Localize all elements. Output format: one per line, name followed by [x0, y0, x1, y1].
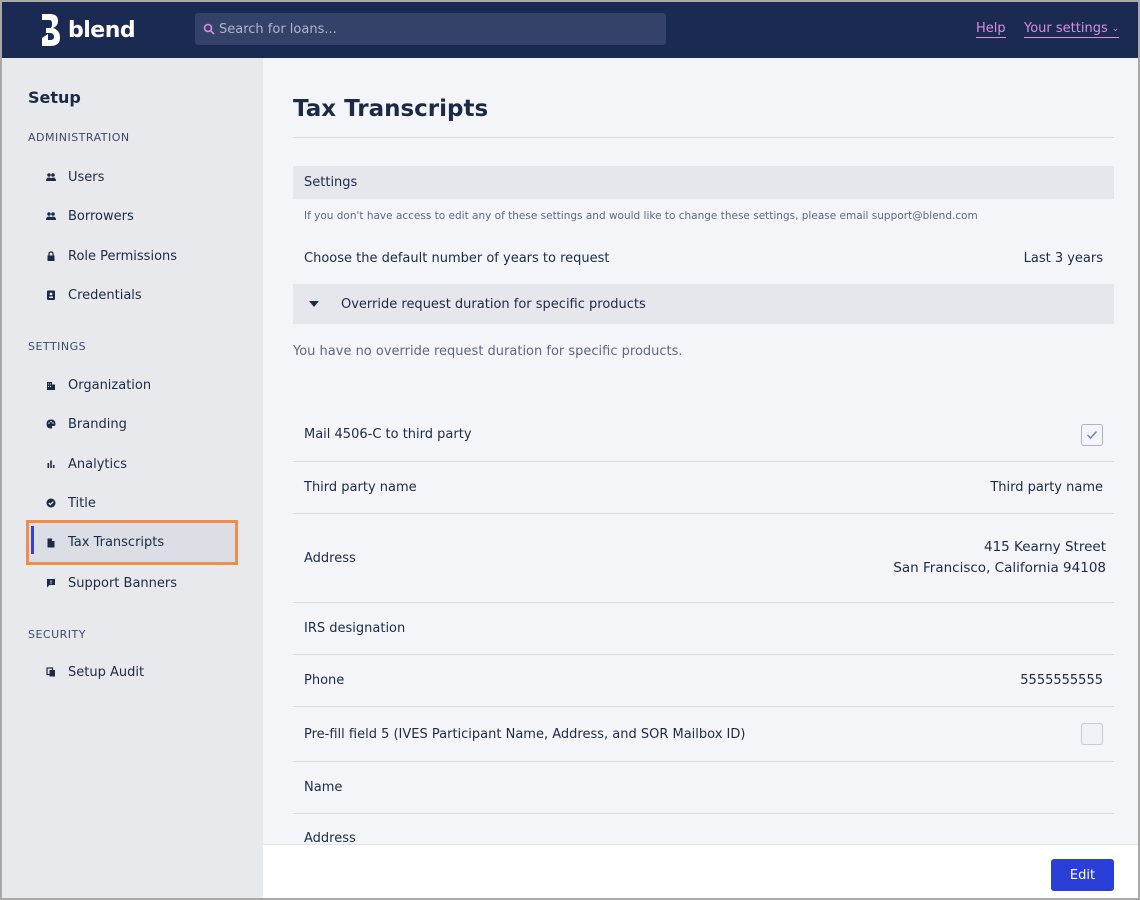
- section-administration: ADMINISTRATION: [28, 131, 130, 144]
- sidebar-item-organization[interactable]: Organization: [28, 365, 236, 405]
- section-settings: SETTINGS: [28, 340, 87, 353]
- phone-value: 5555555555: [1020, 673, 1103, 688]
- address-row: Address 415 Kearny Street San Francisco,…: [293, 514, 1114, 603]
- mail-4506c-checkbox[interactable]: [1081, 423, 1103, 446]
- sidebar-item-label: Setup Audit: [68, 664, 145, 680]
- sidebar-item-label: Credentials: [68, 287, 142, 303]
- action-footer: Edit: [263, 844, 1138, 898]
- name-row: Name: [293, 762, 1114, 814]
- setup-sidebar: Setup ADMINISTRATION Users Borrowers Rol…: [2, 58, 263, 898]
- default-years-row: Choose the default number of years to re…: [293, 238, 1114, 278]
- sidebar-item-credentials[interactable]: Credentials: [28, 275, 236, 315]
- your-settings-menu[interactable]: Your settings ⌄: [1024, 21, 1120, 38]
- page-title: Tax Transcripts: [293, 96, 489, 122]
- help-link[interactable]: Help: [976, 21, 1006, 38]
- address-value: 415 Kearny Street San Francisco, Califor…: [893, 537, 1106, 579]
- mail-4506c-label: Mail 4506-C to third party: [304, 427, 472, 442]
- phone-label: Phone: [304, 673, 345, 688]
- chat-icon: [47, 579, 55, 588]
- search-box[interactable]: [195, 13, 666, 45]
- sidebar-item-label: Title: [68, 495, 96, 511]
- sidebar-item-label: Organization: [68, 377, 152, 393]
- top-navigation-bar: blend Help Your settings ⌄: [2, 2, 1138, 58]
- mail-4506c-row: Mail 4506-C to third party: [293, 408, 1114, 462]
- building-icon: [47, 382, 55, 390]
- app-window: blend Help Your settings ⌄ Setup ADMINIS…: [0, 0, 1140, 900]
- palette-icon: [46, 419, 56, 429]
- brand-logo[interactable]: blend: [38, 12, 136, 48]
- sidebar-item-label: Analytics: [68, 456, 128, 472]
- main-content: Tax Transcripts Settings If you don't ha…: [263, 58, 1138, 846]
- sidebar-item-label: Branding: [68, 416, 127, 432]
- irs-designation-label: IRS designation: [304, 621, 406, 636]
- prefill-field5-row: Pre-fill field 5 (IVES Participant Name,…: [293, 707, 1114, 762]
- sidebar-item-label: Tax Transcripts: [68, 535, 165, 550]
- search-icon: [203, 23, 215, 35]
- caret-down-icon: [309, 301, 319, 307]
- copy-icon: [46, 667, 55, 677]
- sidebar-item-users[interactable]: Users: [28, 157, 236, 197]
- sidebar-item-branding[interactable]: Branding: [28, 404, 236, 444]
- brand-name: blend: [68, 17, 136, 43]
- sidebar-item-label: Support Banners: [68, 575, 178, 591]
- sidebar-item-role-permissions[interactable]: Role Permissions: [28, 236, 236, 276]
- chevron-down-icon: ⌄: [1111, 23, 1120, 34]
- sidebar-item-analytics[interactable]: Analytics: [28, 444, 236, 484]
- sidebar-item-support-banners[interactable]: Support Banners: [28, 563, 236, 603]
- address-line-2: San Francisco, California 94108: [893, 560, 1106, 576]
- override-duration-label: Override request duration for specific p…: [341, 296, 646, 312]
- sidebar-item-tax-transcripts[interactable]: Tax Transcripts: [26, 520, 238, 565]
- people-icon: [46, 173, 56, 181]
- checkmark-icon: [1086, 430, 1098, 439]
- section-security: SECURITY: [28, 628, 86, 641]
- default-years-label: Choose the default number of years to re…: [304, 250, 610, 266]
- sidebar-item-label: Users: [68, 169, 105, 185]
- override-duration-toggle[interactable]: Override request duration for specific p…: [293, 284, 1114, 324]
- document-icon: [47, 538, 55, 547]
- sidebar-item-setup-audit[interactable]: Setup Audit: [28, 652, 236, 692]
- sidebar-item-borrowers[interactable]: Borrowers: [28, 196, 236, 236]
- lock-icon: [47, 251, 55, 261]
- people-icon: [46, 212, 56, 220]
- third-party-name-row: Third party name Third party name: [293, 462, 1114, 514]
- prefill-field5-label: Pre-fill field 5 (IVES Participant Name,…: [304, 726, 746, 742]
- sidebar-item-label: Role Permissions: [68, 248, 178, 264]
- address-label: Address: [304, 550, 356, 566]
- settings-access-note: If you don't have access to edit any of …: [304, 210, 978, 222]
- sidebar-item-label: Borrowers: [68, 208, 134, 224]
- prefill-field5-checkbox[interactable]: [1081, 723, 1103, 745]
- search-input[interactable]: [219, 21, 659, 37]
- verified-icon: [46, 498, 56, 508]
- third-party-name-label: Third party name: [304, 480, 417, 495]
- settings-section-header: Settings: [293, 166, 1114, 199]
- override-empty-message: You have no override request duration fo…: [293, 344, 683, 359]
- irs-designation-row: IRS designation: [293, 603, 1114, 655]
- address-line-1: 415 Kearny Street: [984, 539, 1106, 555]
- sidebar-title: Setup: [28, 88, 81, 107]
- id-badge-icon: [47, 290, 55, 300]
- third-party-name-value: Third party name: [990, 480, 1103, 495]
- name-label: Name: [304, 780, 343, 795]
- bar-chart-icon: [47, 460, 55, 468]
- title-divider: [293, 137, 1114, 138]
- blend-logo-icon: [42, 14, 60, 46]
- phone-row: Phone 5555555555: [293, 655, 1114, 707]
- edit-button[interactable]: Edit: [1051, 859, 1114, 891]
- your-settings-label: Your settings: [1024, 21, 1108, 36]
- sidebar-item-title[interactable]: Title: [28, 483, 236, 523]
- default-years-value: Last 3 years: [1023, 250, 1103, 266]
